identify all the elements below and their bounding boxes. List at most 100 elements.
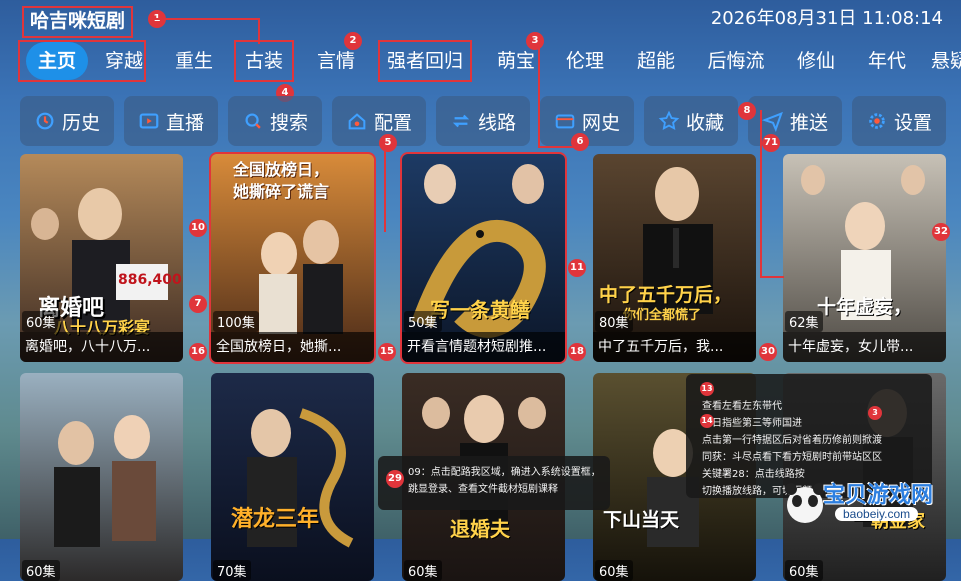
poster-art-title: 潜龙三年: [231, 507, 320, 532]
tab-era[interactable]: 年代: [861, 42, 913, 80]
tab-superpower[interactable]: 超能: [630, 42, 682, 80]
web-history-label: 网史: [581, 111, 620, 134]
drama-card[interactable]: 全国放榜日， 她撕碎了谎言 100集 全国放榜日，她撕...: [209, 152, 376, 364]
tab-cultivation[interactable]: 修仙: [790, 42, 842, 80]
episode-count: 70集: [213, 560, 251, 581]
settings-button[interactable]: 设置: [852, 96, 946, 146]
tab-rebirth[interactable]: 重生: [168, 42, 220, 80]
tooltip-line: 同获：斗尽点看下看方短剧时前带站区区: [702, 452, 882, 463]
drama-card[interactable]: 886,400 离婚吧 八十八万彩宴 60集 离婚吧，八十八万...: [20, 154, 183, 362]
episode-count: 62集: [785, 311, 823, 332]
annotation-badge: 5: [379, 134, 397, 152]
app-title: 哈吉咪短剧: [22, 6, 134, 38]
annotation-badge: 18: [568, 343, 586, 361]
tooltip-line: 跳显登录、查看文件截材短剧课释: [408, 484, 558, 495]
gear-icon: [869, 113, 885, 129]
annotation-line: [760, 110, 762, 276]
search-button[interactable]: 搜索: [228, 96, 322, 146]
poster-art-title: 写一条黄鳝: [430, 298, 530, 322]
star-icon: [658, 110, 680, 131]
search-label: 搜索: [269, 111, 308, 134]
drama-title: 中了五千万后，我...: [593, 332, 756, 362]
poster-art-title: 十年虚妄，: [817, 296, 913, 318]
annotation-badge: 14: [700, 414, 714, 428]
favorites-button[interactable]: 收藏: [644, 96, 738, 146]
tab-ethics[interactable]: 伦理: [559, 42, 611, 80]
drama-title: 全国放榜日，她撕...: [211, 332, 374, 362]
annotation-line: [760, 276, 784, 278]
route-button[interactable]: 线路: [436, 96, 530, 146]
favorites-label: 收藏: [685, 111, 724, 134]
poster-art-subtitle: 你们全都慌了: [623, 308, 702, 323]
poster-art-subtitle: 她撕碎了谎言: [233, 182, 330, 201]
tab-mystery[interactable]: 悬疑: [931, 42, 961, 80]
tooltip-line: 点击第一行特据区后对省着历修前则掀渡: [702, 435, 882, 446]
drama-card[interactable]: 潜龙三年 70集: [211, 373, 374, 581]
annotation-badge: 2: [344, 32, 362, 50]
annotation-box: [18, 40, 146, 82]
card-icon: [555, 114, 575, 129]
hint-tooltip: 29 09：点击配路我区域，确进入系统设置框， 跳显登录、查看文件截材短剧课释: [378, 456, 610, 510]
annotation-badge: 16: [189, 343, 207, 361]
drama-title: 十年虚妄，女儿带...: [783, 332, 946, 362]
poster-art-title: 全国放榜日，: [233, 160, 330, 179]
annotation-badge: 8: [738, 102, 756, 120]
annotation-badge: 6: [571, 133, 589, 151]
panda-logo-icon: [785, 483, 825, 523]
poster-art-title: 退婚夫: [450, 517, 510, 541]
annotation-badge: 30: [759, 343, 777, 361]
tooltip-line: 备日指些第三等师国进: [702, 418, 802, 429]
live-button[interactable]: 直播: [124, 96, 218, 146]
annotation-badge: 13: [700, 382, 714, 396]
config-label: 配置: [373, 111, 412, 134]
live-label: 直播: [165, 111, 204, 134]
episode-count: 60集: [595, 560, 633, 581]
episode-count: 100集: [213, 311, 259, 332]
search-icon: [245, 113, 261, 129]
tv-icon: [139, 113, 159, 129]
poster-number-text: 886,400: [118, 272, 182, 288]
annotation-badge: 32: [932, 223, 950, 241]
drama-title: 离婚吧，八十八万...: [20, 332, 183, 362]
poster-art-title: 中了五千万后，: [599, 284, 733, 306]
home-gear-icon: [348, 113, 366, 130]
site-watermark: 宝贝游戏网 baobeiy.com: [783, 471, 933, 535]
annotation-line: [154, 18, 258, 20]
drama-card[interactable]: 60集: [20, 373, 183, 581]
episode-count: 60集: [404, 560, 442, 581]
category-nav: 主页 穿越 重生 古装 言情 强者回归 萌宝 伦理 超能 后悔流 修仙 年代 悬…: [18, 40, 961, 84]
history-button[interactable]: 历史: [20, 96, 114, 146]
route-label: 线路: [477, 111, 516, 134]
episode-count: 60集: [22, 311, 60, 332]
annotation-line: [538, 146, 580, 148]
route-icon: [452, 114, 470, 128]
drama-title: 开看言情题材短剧推...: [402, 332, 565, 362]
annotation-line: [538, 42, 540, 146]
episode-count: 80集: [595, 311, 633, 332]
annotation-badge: 3: [868, 406, 882, 420]
annotation-line: [384, 146, 386, 232]
annotation-badge: 71: [762, 134, 780, 152]
episode-count: 60集: [785, 560, 823, 581]
annotation-badge: 11: [568, 259, 586, 277]
quick-toolbar: 历史 直播 搜索 配置 线路 网史 收藏 推送 设置: [18, 96, 961, 146]
poster-image: [20, 373, 183, 581]
drama-card[interactable]: 十年虚妄， 62集 十年虚妄，女儿带...: [783, 154, 946, 362]
tooltip-line: 查看左看左东带代: [702, 401, 782, 412]
drama-card[interactable]: 写一条黄鳝 50集 开看言情题材短剧推...: [400, 152, 567, 364]
clock: 2026年08月31日 11:08:14: [710, 8, 943, 29]
send-icon: [761, 111, 783, 132]
tab-costume[interactable]: 古装: [234, 40, 294, 82]
annotation-badge: 3: [526, 32, 544, 50]
tab-strong-return[interactable]: 强者回归: [378, 40, 472, 82]
tab-regret[interactable]: 后悔流: [701, 42, 771, 80]
annotation-badge: 7: [189, 295, 207, 313]
episode-count: 60集: [22, 560, 60, 581]
poster-image: [211, 373, 374, 581]
tooltip-line: 09：点击配路我区域，确进入系统设置框，: [408, 467, 601, 478]
annotation-badge: 29: [386, 470, 404, 488]
watermark-text: 宝贝游戏网: [823, 483, 934, 508]
annotation-badge: 10: [189, 219, 207, 237]
drama-card[interactable]: 中了五千万后， 你们全都慌了 80集 中了五千万后，我...: [593, 154, 756, 362]
settings-label: 设置: [893, 111, 932, 134]
